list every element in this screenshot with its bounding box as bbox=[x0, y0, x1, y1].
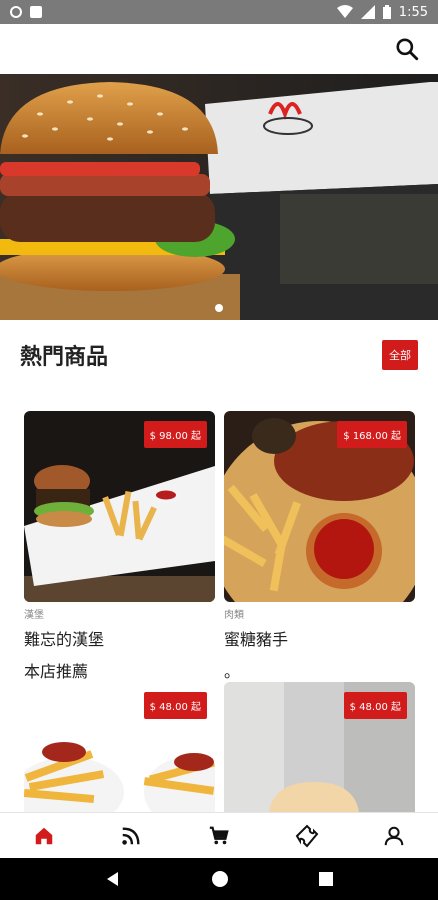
home-nav-icon[interactable] bbox=[211, 870, 229, 888]
product-card[interactable]: $ 168.00 起 肉類 蜜糖豬手 。 bbox=[224, 411, 415, 684]
product-category: 漢堡 bbox=[24, 610, 44, 621]
bottom-tab-bar bbox=[0, 812, 438, 858]
product-description: 。 bbox=[224, 661, 241, 681]
recents-icon[interactable] bbox=[318, 871, 334, 887]
system-nav-bar bbox=[0, 858, 438, 900]
status-time: 1:55 bbox=[398, 4, 428, 20]
popular-section-header: 熱門商品 全部 bbox=[20, 338, 418, 372]
product-image: $ 98.00 起 bbox=[24, 411, 215, 602]
notification-icon bbox=[10, 6, 22, 18]
price-badge: $ 98.00 起 bbox=[143, 421, 207, 448]
product-image: $ 168.00 起 bbox=[224, 411, 415, 602]
battery-icon bbox=[382, 5, 391, 19]
signal-icon bbox=[360, 5, 375, 19]
product-category: 肉類 bbox=[224, 610, 244, 621]
tab-cart[interactable] bbox=[175, 813, 263, 858]
price-badge: $ 168.00 起 bbox=[337, 421, 407, 448]
price-badge: $ 48.00 起 bbox=[143, 692, 207, 719]
tab-profile[interactable] bbox=[350, 813, 438, 858]
ticket-icon bbox=[295, 824, 318, 847]
search-icon[interactable] bbox=[394, 36, 420, 62]
banner-image bbox=[0, 74, 438, 320]
back-icon[interactable] bbox=[104, 870, 122, 888]
person-icon bbox=[384, 826, 404, 845]
product-card[interactable]: $ 98.00 起 漢堡 難忘的漢堡 本店推薦 bbox=[24, 411, 215, 684]
home-icon bbox=[35, 827, 53, 844]
status-bar: 1:55 bbox=[0, 0, 438, 24]
product-name: 難忘的漢堡 bbox=[24, 630, 105, 649]
rss-icon bbox=[122, 826, 140, 845]
product-description: 本店推薦 bbox=[24, 661, 89, 681]
tab-feed[interactable] bbox=[88, 813, 176, 858]
price-badge: $ 48.00 起 bbox=[343, 692, 407, 719]
tab-home[interactable] bbox=[0, 813, 88, 858]
app-bar bbox=[0, 24, 438, 74]
section-title: 熱門商品 bbox=[20, 345, 109, 370]
sd-card-icon bbox=[30, 6, 42, 18]
view-all-button[interactable]: 全部 bbox=[382, 340, 418, 370]
wifi-icon bbox=[336, 5, 353, 18]
product-name: 蜜糖豬手 bbox=[224, 630, 289, 649]
promo-banner[interactable] bbox=[0, 74, 438, 320]
carousel-indicator[interactable] bbox=[215, 304, 223, 312]
cart-icon bbox=[209, 826, 229, 844]
tab-coupons[interactable] bbox=[263, 813, 351, 858]
